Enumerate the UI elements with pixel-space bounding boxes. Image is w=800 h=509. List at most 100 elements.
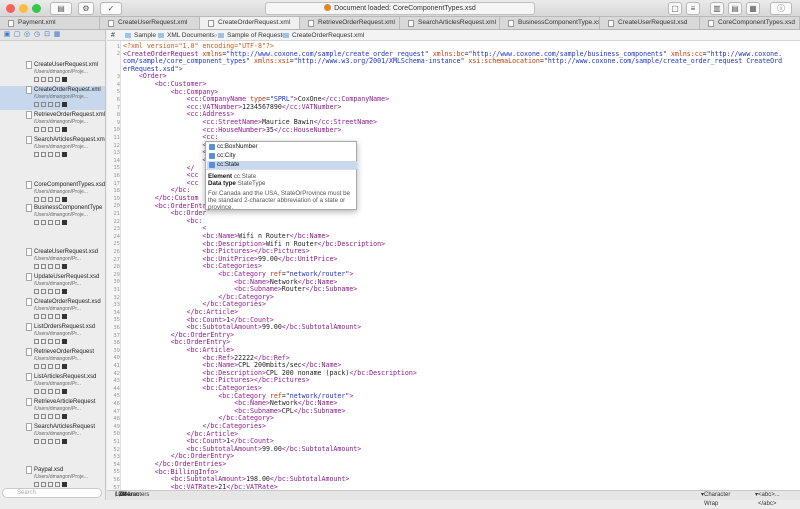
- folder-icon[interactable]: ▣: [3, 31, 11, 39]
- tree-file[interactable]: RetrieveOrderRequest/Users/dmangon/Pr...: [0, 348, 105, 372]
- schema-icon: [62, 102, 67, 107]
- autocomplete-item[interactable]: cc:State: [207, 161, 357, 169]
- code-token: </bc:UnitPrice>: [277, 254, 338, 263]
- doc-icon: [48, 339, 53, 344]
- bookmark-icon[interactable]: ⊡: [43, 31, 51, 39]
- tree-file[interactable]: CreateUserRequest.xml/Users/dmangon/Proj…: [0, 61, 105, 85]
- check-icon: [34, 127, 39, 132]
- tree-file[interactable]: SearchArticlesRequest/Users/dmangon/Pr..…: [0, 423, 105, 447]
- schema-icon: [62, 414, 67, 419]
- doc-icon: [48, 197, 53, 202]
- validate-icon[interactable]: ✓: [100, 2, 122, 15]
- tab-0[interactable]: Payment.xml: [0, 17, 100, 29]
- breadcrumb-item-1[interactable]: XML Documents: [167, 30, 215, 41]
- file-icon: [708, 20, 714, 27]
- file-icon: [608, 20, 614, 27]
- file-icon: [508, 20, 514, 27]
- file-icon: [108, 20, 114, 27]
- minimize-window-button[interactable]: [19, 4, 28, 13]
- popup-divider: [206, 169, 356, 170]
- zoom-window-button[interactable]: [32, 4, 41, 13]
- search-icon[interactable]: ◎: [23, 31, 31, 39]
- code-token: </cc:VATNumber>: [281, 102, 342, 111]
- line-number: 2: [116, 51, 120, 58]
- grid-icon[interactable]: ▦: [53, 31, 61, 39]
- file-status-icons: [0, 314, 105, 321]
- breadcrumb-item-3[interactable]: CreateOrderRequest.xml: [292, 30, 364, 41]
- tree-file[interactable]: CreateOrderRequest.xsd/Users/dmangon/Pr.…: [0, 298, 105, 322]
- code-area[interactable]: 1 2 3 4 5 6 7 8 9 10 11 12 13 14 15 16 17 18 19 20 21 22 23 24 2…: [107, 41, 800, 490]
- breadcrumb-item-0[interactable]: Sample: [134, 30, 156, 41]
- clock-icon[interactable]: ◷: [33, 31, 41, 39]
- sidebar-search-input[interactable]: Search: [2, 488, 102, 498]
- code-token: 99.00: [261, 444, 282, 453]
- tab-3[interactable]: RetrieveOrderRequest.xml: [300, 17, 400, 29]
- tree-file[interactable]: CreateOrderRequest.xml/Users/dmangon/Pro…: [0, 86, 105, 110]
- file-status-icons: [0, 389, 105, 396]
- popup-element-info: Element cc:State: [208, 173, 257, 180]
- check-icon: [34, 439, 39, 444]
- tree-file[interactable]: CreateUserRequest.xsd/Users/dmangon/Pr..…: [0, 248, 105, 272]
- tree-file[interactable]: SearchArticlesRequest.xml/Users/dmangon/…: [0, 136, 105, 160]
- tree-file[interactable]: BusinessComponentType/Users/dmangon/Proj…: [0, 204, 105, 228]
- tree-file[interactable]: CoreComponentTypes.xsd/Users/dmangon/Pro…: [0, 181, 105, 205]
- tree-file[interactable]: UpdateUserRequest.xsd/Users/dmangon/Pr..…: [0, 273, 105, 297]
- close-window-button[interactable]: [6, 4, 15, 13]
- code-token: </bc:Description>: [317, 239, 386, 248]
- view-icon[interactable]: ▢: [668, 2, 682, 15]
- inspector-icon[interactable]: ⓘ: [770, 2, 792, 15]
- tab-6[interactable]: CreateUserRequest.xsd: [600, 17, 700, 29]
- file-icon: [26, 398, 32, 406]
- file-icon[interactable]: ▢: [13, 31, 21, 39]
- autocomplete-item[interactable]: cc:City: [207, 152, 357, 160]
- tab-1[interactable]: CreateUserRequest.xml: [100, 17, 200, 29]
- tab-5[interactable]: BusinessComponentType.xsd: [500, 17, 600, 29]
- sidebar-toolbar: ▣ ▢ ◎ ◷ ⊡ ▦: [0, 30, 105, 41]
- file-icon: [26, 298, 32, 306]
- file-icon: [26, 111, 32, 119]
- file-icon: [26, 204, 32, 212]
- code-token: </bc:Subname>: [293, 406, 346, 415]
- file-icon: [26, 61, 32, 69]
- breadcrumb-item-2[interactable]: Sample of Request: [227, 30, 282, 41]
- layout-center-icon[interactable]: ▤: [728, 2, 742, 15]
- tree-file[interactable]: ListOrdersRequest.xsd/Users/dmangon/Pr..…: [0, 323, 105, 347]
- code-token: >: [178, 64, 183, 73]
- code-token: >: [349, 270, 354, 278]
- link-icon: [41, 197, 46, 202]
- tree-file[interactable]: RetrieveArticleRequest/Users/dmangon/Pr.…: [0, 398, 105, 422]
- tab-4[interactable]: SearchArticlesRequest.xml: [400, 17, 500, 29]
- tree-file[interactable]: Paypal.xsd/Users/dmangon/Proje...: [0, 466, 105, 490]
- doc-icon: [55, 77, 60, 82]
- doc-icon: [55, 482, 60, 487]
- tag-mode-menu[interactable]: ▾ <abc>...</abc>: [755, 491, 780, 507]
- layout-left-icon[interactable]: ▥: [710, 2, 724, 15]
- outline-icon[interactable]: ≡: [686, 2, 700, 15]
- link-icon: [41, 414, 46, 419]
- wrap-mode-menu[interactable]: ▾ Character Wrap: [701, 491, 730, 507]
- link-icon: [41, 102, 46, 107]
- link-icon: [41, 482, 46, 487]
- link-icon: [41, 220, 46, 225]
- tree-file[interactable]: ListArticlesRequest.xsd/Users/dmangon/Pr…: [0, 373, 105, 397]
- autocomplete-popup: cc:BoxNumber cc:City cc:State Element cc:S…: [205, 141, 357, 211]
- link-icon: [41, 389, 46, 394]
- doc-icon: [48, 439, 53, 444]
- schema-icon: [62, 314, 67, 319]
- grid-icon[interactable]: #: [111, 30, 115, 41]
- tab-7[interactable]: CoreComponentTypes.xsd: [700, 17, 800, 29]
- layout-right-icon[interactable]: ▦: [746, 2, 760, 15]
- sidebar-toggle-icon[interactable]: ▤: [50, 2, 72, 15]
- tab-2[interactable]: CreateOrderRequest.xml: [200, 17, 300, 29]
- check-icon: [34, 339, 39, 344]
- schema-icon: [62, 127, 67, 132]
- folder-icon: [158, 33, 164, 38]
- check-icon: [34, 364, 39, 369]
- tree-file[interactable]: RetrieveOrderRequest.xml/Users/dmangon/P…: [0, 111, 105, 135]
- check-icon: [34, 220, 39, 225]
- doc-icon: [48, 152, 53, 157]
- schema-icon: [62, 264, 67, 269]
- autocomplete-item[interactable]: cc:BoxNumber: [207, 143, 357, 151]
- file-icon: [408, 20, 414, 27]
- tools-icon[interactable]: ⚙: [78, 2, 94, 15]
